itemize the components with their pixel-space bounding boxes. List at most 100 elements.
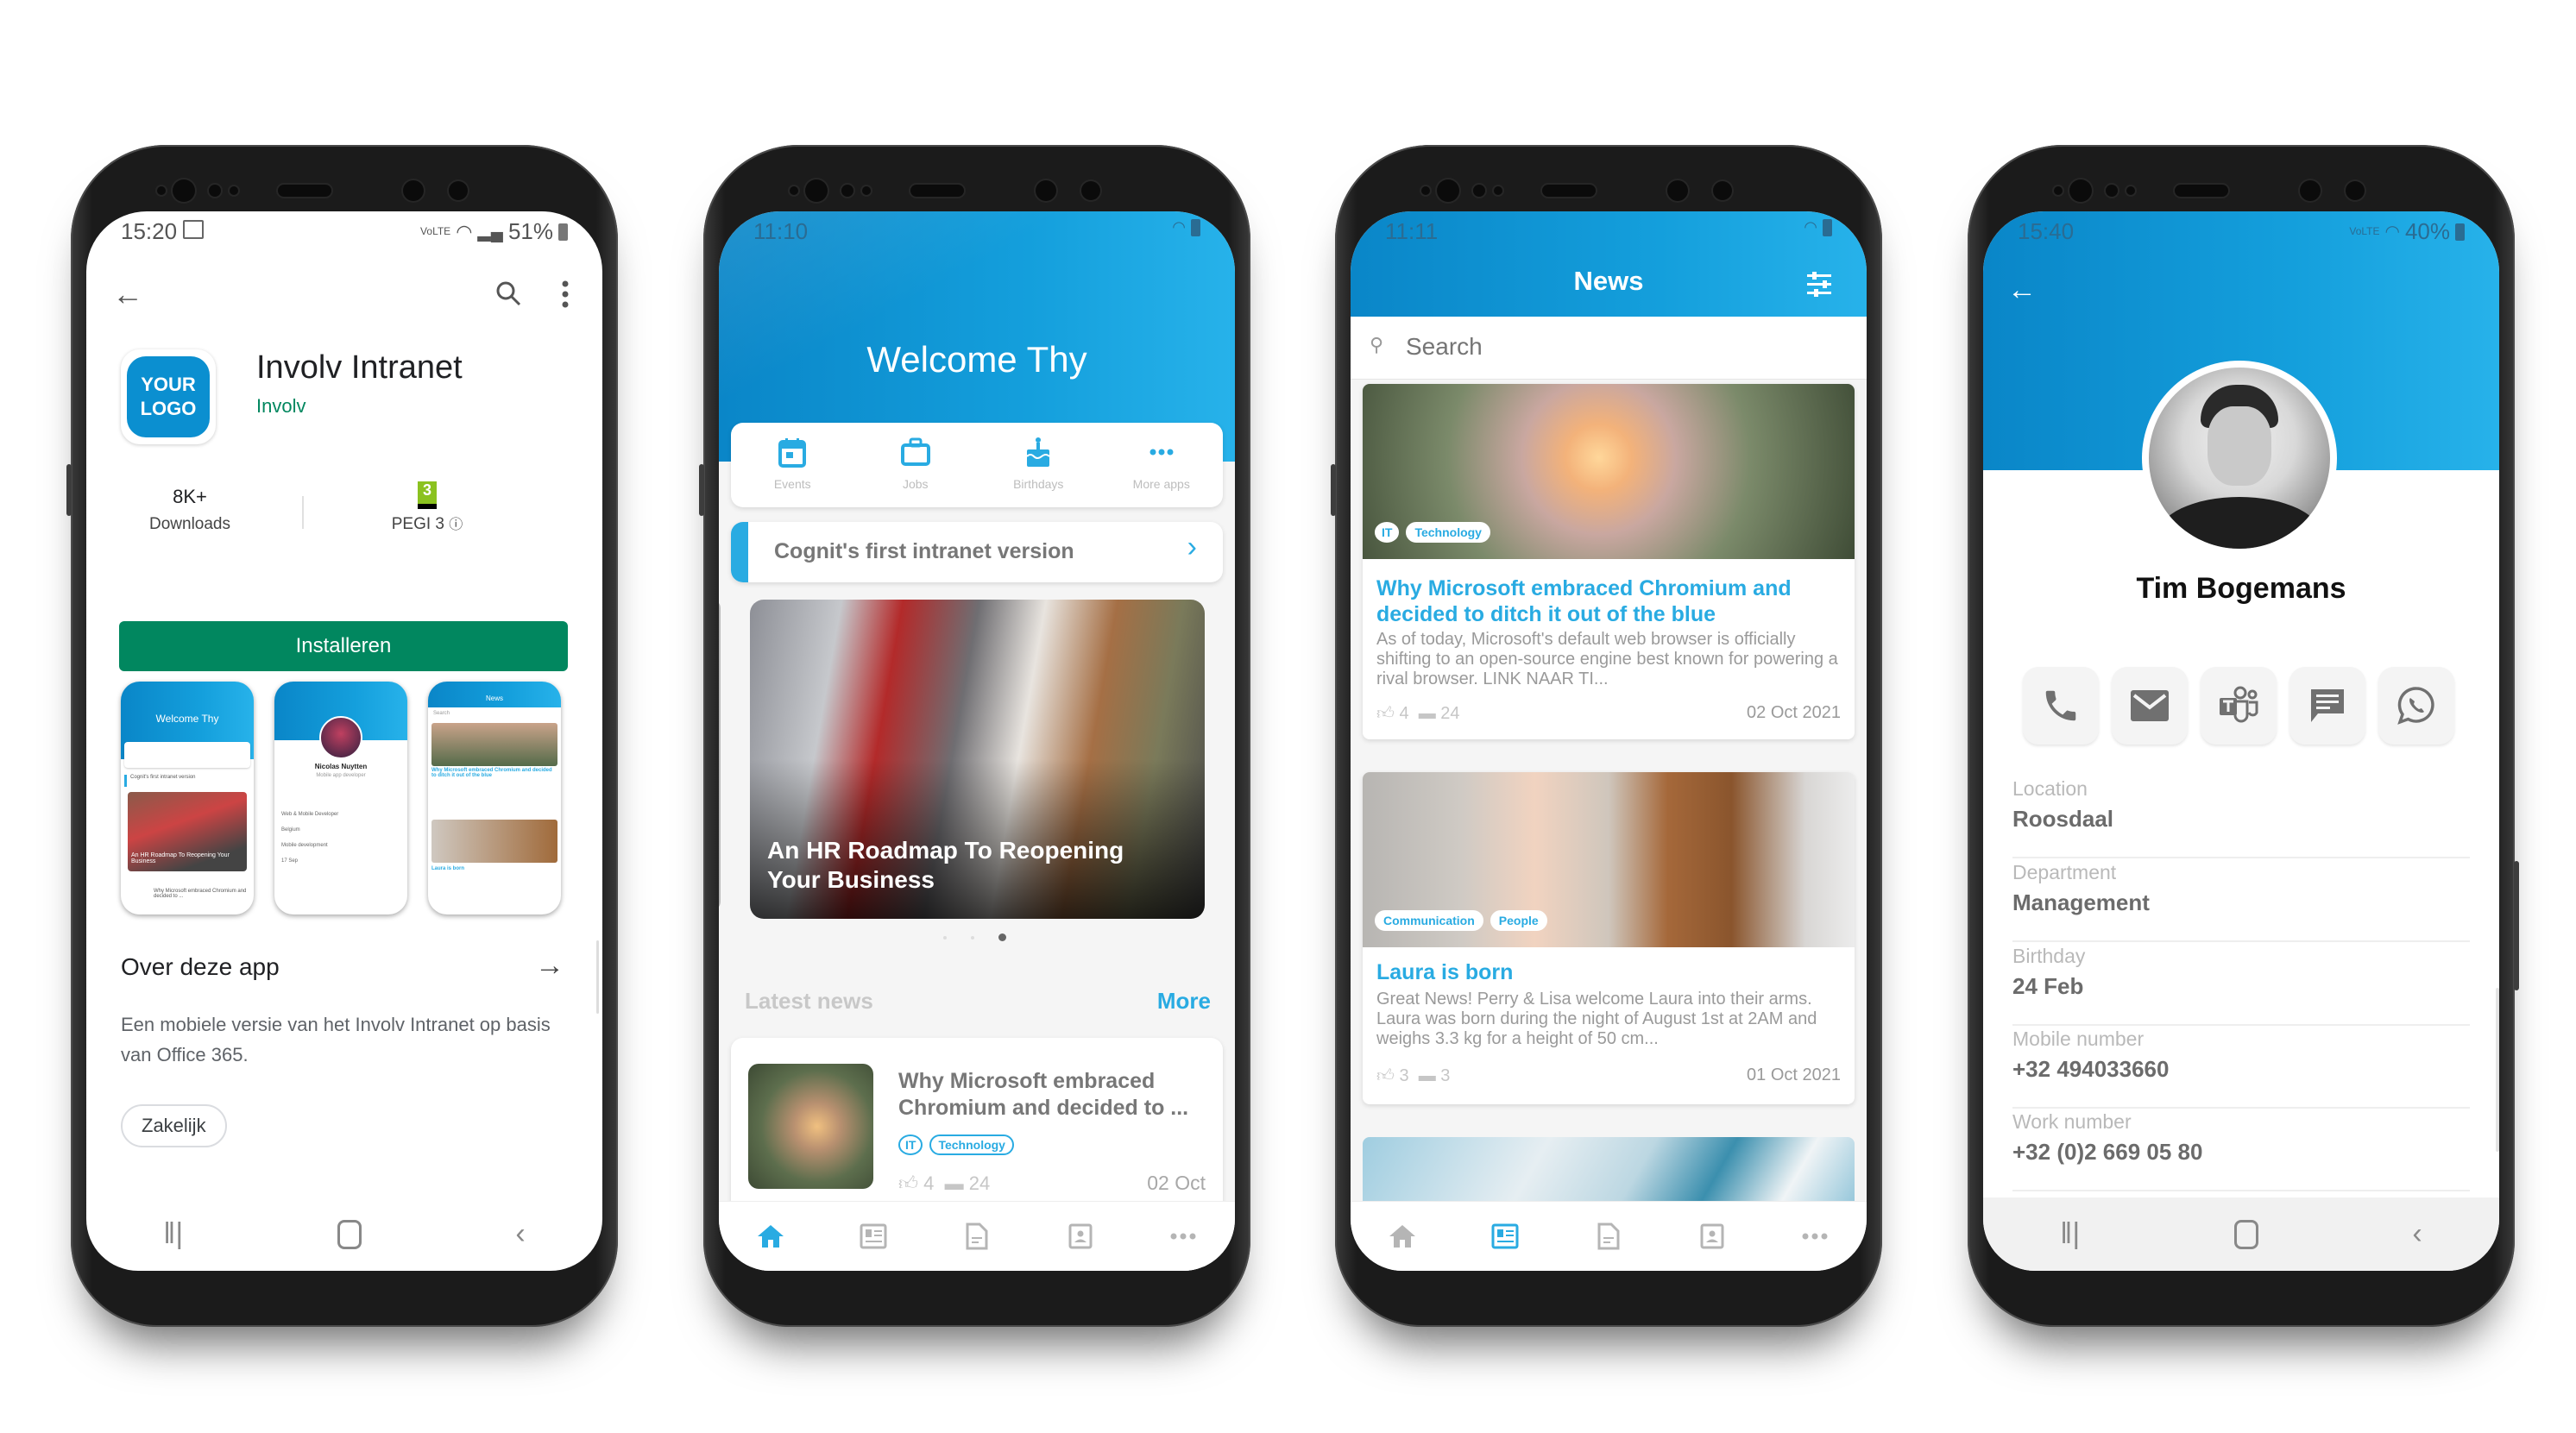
screenshot-thumbnail-home[interactable]: Welcome Thy Cognit's first intranet vers… [121,682,254,914]
announcement-banner[interactable]: Cognit's first intranet version › [731,522,1223,582]
tab-home[interactable] [753,1219,788,1254]
email-button[interactable] [2112,667,2188,745]
filter-sliders-icon[interactable] [1805,270,1833,298]
search-icon[interactable] [495,280,521,306]
briefcase-icon [900,437,930,466]
avatar [2149,368,2330,549]
scrollbar[interactable] [596,940,599,1014]
tag-chip[interactable]: Technology [929,1134,1014,1155]
profile-field-department: Department Management [2012,861,2470,942]
field-value[interactable]: +32 (0)2 669 05 80 [2012,1139,2470,1166]
search-bar[interactable]: ⚲ [1351,317,1867,380]
carousel-dot[interactable] [943,935,947,940]
field-label: Work number [2012,1110,2132,1133]
carousel-dot-active[interactable] [998,933,1006,941]
tab-documents[interactable] [960,1219,994,1254]
more-icon [1149,449,1174,456]
scrollbar[interactable] [2496,988,2499,1152]
side-button [699,464,704,516]
tab-people[interactable] [1063,1219,1098,1254]
recents-icon[interactable]: ‖| [163,1217,183,1251]
field-value[interactable]: +32 494033660 [2012,1056,2470,1083]
quick-app-events[interactable]: Events [749,437,835,491]
carousel-dot[interactable] [971,935,974,940]
install-button[interactable]: Installeren [119,621,568,671]
like-icon[interactable]: 👍︎ [1376,1066,1395,1085]
tab-people[interactable] [1695,1219,1729,1254]
battery-icon [1823,218,1832,236]
rating-stat[interactable]: 3 PEGI 3 ⓘ [362,481,492,534]
pegi-badge: 3 [418,481,437,509]
profile-field-mobile[interactable]: Mobile number +32 494033660 [2012,1028,2470,1109]
quick-app-birthdays[interactable]: Birthdays [995,437,1081,491]
tab-documents[interactable] [1591,1219,1626,1254]
search-input[interactable] [1404,329,1822,365]
more-vert-icon[interactable] [561,280,570,308]
teams-icon [2220,686,2258,723]
thumb-name: Nicolas Nuytten [314,763,368,770]
news-card[interactable]: IT Technology Why Microsoft embraced Chro… [1363,384,1855,739]
tag-chip[interactable]: Technology [1406,522,1490,543]
stat-divider [302,496,304,529]
chevron-right-icon: › [1187,531,1197,563]
news-card-date: 01 Oct 2021 [1747,1065,1841,1084]
news-thumbnail[interactable] [748,1064,873,1189]
news-card[interactable]: Communication People Laura is born Great … [1363,772,1855,1104]
hero-carousel-card[interactable]: An HR Roadmap To Reopening Your Business [750,600,1205,919]
back-icon[interactable]: ‹ [2412,1217,2422,1251]
quick-app-label: Birthdays [1013,477,1064,491]
phone-news: 11:11 ◠ News ⚲ IT Technology Why Microsof… [1331,145,1882,1327]
field-value: 24 Feb [2012,973,2084,999]
about-title[interactable]: Over deze app [121,953,280,981]
home-icon[interactable] [2233,1219,2258,1249]
tab-home[interactable] [1385,1219,1420,1254]
like-icon[interactable]: 👍︎ [898,1172,918,1194]
tag-chip[interactable]: IT [898,1134,923,1155]
tab-more[interactable] [1166,1219,1200,1254]
battery-percent: 40% [2404,218,2450,244]
screenshot-thumbnail-profile[interactable]: Nicolas Nuytten Mobile app developer Web… [274,682,407,914]
contact-icon [1068,1223,1093,1249]
quick-app-label: More apps [1132,477,1190,491]
news-card-title[interactable]: Laura is born [1376,960,1842,985]
home-icon[interactable] [337,1219,362,1249]
document-icon [966,1222,988,1250]
quick-app-more[interactable]: More apps [1118,437,1205,491]
news-card-title[interactable]: Why Microsoft embraced Chromium and deci… [1376,575,1842,627]
hero-title: An HR Roadmap To Reopening Your Business [767,837,1124,893]
news-item-title[interactable]: Why Microsoft embraced Chromium and deci… [898,1068,1200,1122]
profile-field-work-number[interactable]: Work number +32 (0)2 669 05 80 [2012,1110,2470,1191]
back-arrow-icon[interactable]: ← [112,276,143,312]
tag-chip[interactable]: Communication [1375,910,1483,931]
call-button[interactable] [2023,667,2099,745]
arrow-right-icon[interactable]: → [535,949,564,983]
quick-app-jobs[interactable]: Jobs [872,437,959,491]
message-button[interactable] [2289,667,2365,745]
developer-link[interactable]: Involv [256,395,305,418]
comment-icon[interactable]: ▬ [1419,704,1436,723]
banner-text: Cognit's first intranet version [774,539,1074,563]
back-icon[interactable]: ‹ [515,1217,525,1251]
tab-more[interactable] [1798,1219,1832,1254]
info-icon[interactable]: ⓘ [449,518,463,532]
back-arrow-icon[interactable]: ← [2007,273,2037,307]
whatsapp-button[interactable] [2378,667,2454,745]
teams-button[interactable] [2201,667,2277,745]
screenshot-thumbnail-news[interactable]: News Search Why Microsoft embraced Chrom… [428,682,561,914]
tag-chip[interactable]: People [1490,910,1547,931]
thumb-field: 17 Sep [281,858,299,864]
tab-news[interactable] [856,1219,891,1254]
like-icon[interactable]: 👍︎ [1376,704,1395,723]
thumb-item: Laura is born [431,866,465,871]
tab-news[interactable] [1488,1219,1522,1254]
comment-icon[interactable]: ▬ [945,1172,964,1194]
comment-icon[interactable]: ▬ [1419,1066,1436,1085]
more-news-link[interactable]: More [1157,988,1211,1015]
tag-chip[interactable]: IT [1375,522,1400,543]
status-bar: 11:11 ◠ [1351,211,1867,255]
category-chip[interactable]: Zakelijk [121,1104,227,1147]
search-icon: ⚲ [1370,334,1384,355]
field-label: Birthday [2012,945,2086,967]
screen: 11:10 ◠ Welcome Thy Events Jobs Birthday… [719,211,1235,1271]
recents-icon[interactable]: ‖| [2060,1217,2080,1251]
